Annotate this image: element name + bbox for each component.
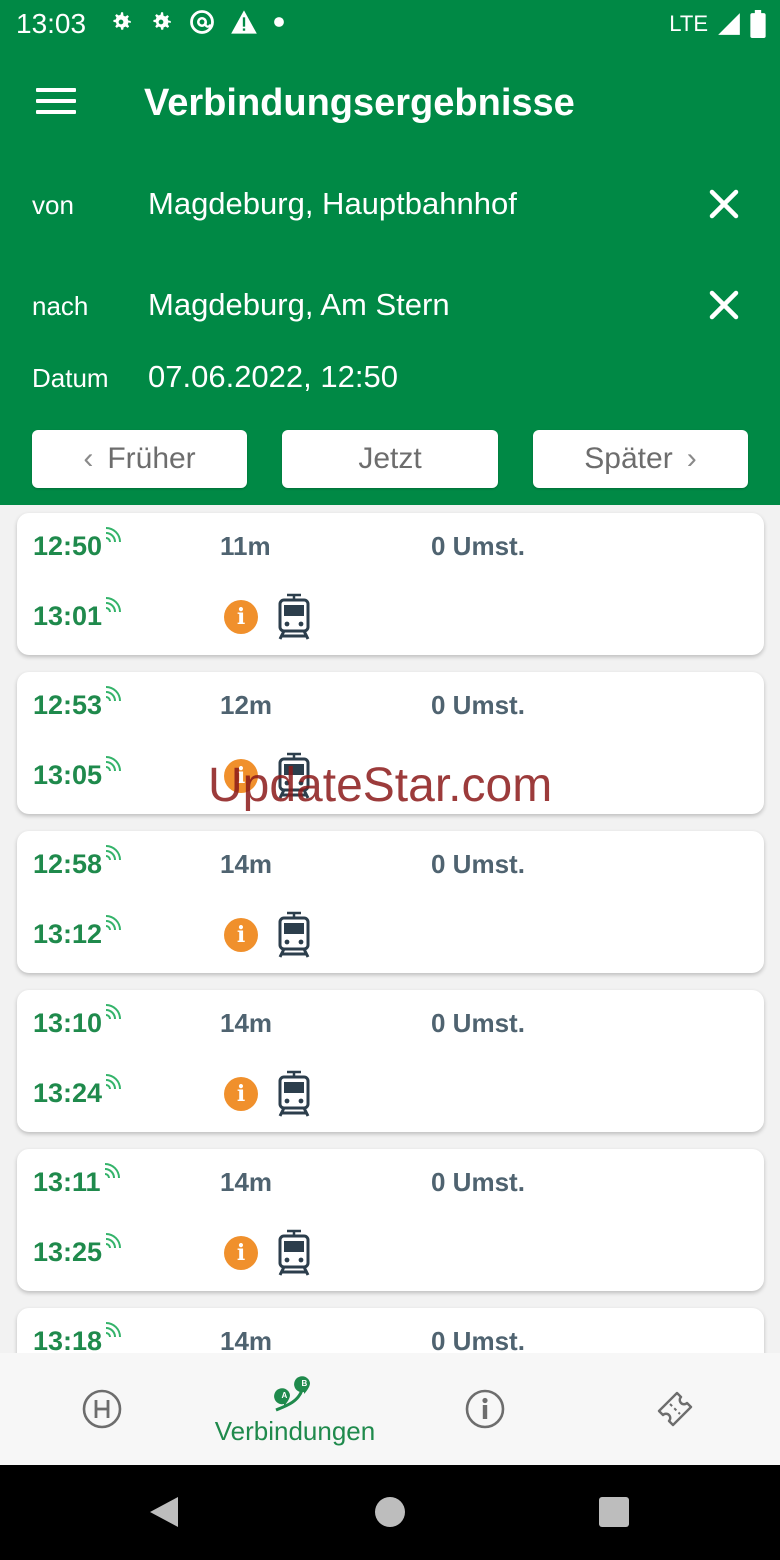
clear-from-button[interactable] bbox=[706, 186, 742, 222]
realtime-icon bbox=[105, 527, 122, 543]
realtime-icon bbox=[105, 1233, 122, 1249]
duration: 12m bbox=[220, 690, 273, 720]
date-field[interactable]: 07.06.2022, 12:50 bbox=[148, 359, 398, 395]
duration: 14m bbox=[220, 1167, 273, 1197]
realtime-icon bbox=[105, 1322, 122, 1338]
realtime-icon bbox=[104, 1163, 120, 1179]
changes: 0 Umst. bbox=[431, 531, 525, 561]
tram-icon bbox=[278, 911, 310, 958]
realtime-icon bbox=[105, 756, 122, 772]
earlier-button-label: Früher bbox=[107, 442, 196, 475]
arrival-time: 13:01 bbox=[33, 597, 123, 632]
clear-to-button[interactable] bbox=[706, 287, 742, 323]
nav-connections-label: Verbindungen bbox=[214, 1415, 376, 1446]
system-navigation-bar bbox=[0, 1465, 780, 1560]
connection-list[interactable]: 12:50 13:01 11m 0 Umst. i 12:53 13:05 12… bbox=[0, 505, 780, 1353]
page-title: Verbindungsergebnisse bbox=[144, 82, 575, 124]
duration: 14m bbox=[220, 1008, 273, 1038]
departure-time: 12:53 bbox=[33, 686, 123, 721]
arrival-time: 13:12 bbox=[33, 915, 123, 950]
duration: 11m bbox=[220, 531, 271, 561]
later-button[interactable]: Später › bbox=[533, 430, 748, 488]
realtime-icon bbox=[105, 915, 122, 931]
date-label: Datum bbox=[32, 363, 109, 393]
realtime-icon bbox=[105, 597, 122, 613]
departure-time: 12:58 bbox=[33, 845, 123, 880]
menu-button[interactable] bbox=[36, 88, 76, 120]
signal-icon bbox=[718, 13, 740, 35]
changes: 0 Umst. bbox=[431, 1008, 525, 1038]
warning-icon bbox=[231, 10, 257, 34]
departure-time: 13:18 bbox=[33, 1322, 123, 1353]
ticket-icon bbox=[657, 1391, 693, 1427]
battery-icon bbox=[750, 10, 766, 38]
info-icon[interactable]: i bbox=[224, 1236, 258, 1270]
back-icon[interactable] bbox=[148, 1495, 180, 1529]
stop-h-icon bbox=[82, 1389, 122, 1429]
bottom-navigation: AB Verbindungen bbox=[0, 1353, 780, 1465]
nav-info[interactable] bbox=[455, 1353, 515, 1465]
gear-icon bbox=[153, 12, 171, 30]
realtime-icon bbox=[105, 845, 122, 861]
later-button-label: Später bbox=[584, 442, 673, 475]
tram-icon bbox=[278, 1070, 310, 1117]
menu-icon-line bbox=[36, 88, 76, 92]
changes: 0 Umst. bbox=[431, 1326, 525, 1353]
changes: 0 Umst. bbox=[431, 690, 525, 720]
home-icon[interactable] bbox=[374, 1496, 406, 1528]
earlier-button[interactable]: ‹ Früher bbox=[32, 430, 247, 488]
chevron-right-icon: › bbox=[686, 442, 697, 475]
realtime-icon bbox=[105, 1074, 122, 1090]
menu-icon-line bbox=[36, 99, 76, 103]
tram-icon bbox=[278, 593, 310, 640]
status-bar: 13:03 LTE bbox=[0, 0, 780, 50]
from-label: von bbox=[32, 190, 74, 220]
to-label: nach bbox=[32, 291, 89, 321]
now-button[interactable]: Jetzt bbox=[282, 430, 498, 488]
arrival-time: 13:24 bbox=[33, 1074, 123, 1109]
connection-card[interactable]: 13:18 14m 0 Umst. bbox=[17, 1308, 764, 1353]
connection-card[interactable]: 12:58 13:12 14m 0 Umst. i bbox=[17, 831, 764, 973]
departure-time: 13:11 bbox=[33, 1163, 122, 1198]
search-header: Verbindungsergebnisse von Magdeburg, Hau… bbox=[0, 50, 780, 505]
nav-tickets[interactable] bbox=[645, 1353, 705, 1465]
network-type: LTE bbox=[669, 11, 708, 36]
dot-icon bbox=[274, 17, 284, 27]
changes: 0 Umst. bbox=[431, 1167, 525, 1197]
status-time: 13:03 bbox=[16, 8, 87, 39]
realtime-icon bbox=[105, 686, 122, 702]
status-system-icons: LTE bbox=[669, 10, 766, 38]
svg-text:B: B bbox=[302, 1379, 308, 1388]
info-icon[interactable]: i bbox=[224, 600, 258, 634]
departure-time: 13:10 bbox=[33, 1004, 123, 1039]
now-button-label: Jetzt bbox=[358, 442, 422, 475]
connection-card[interactable]: 13:10 13:24 14m 0 Umst. i bbox=[17, 990, 764, 1132]
info-icon[interactable]: i bbox=[224, 1077, 258, 1111]
route-ab-icon: AB bbox=[274, 1375, 310, 1411]
changes: 0 Umst. bbox=[431, 849, 525, 879]
watermark: UpdateStar.com bbox=[208, 759, 553, 812]
departure-time: 12:50 bbox=[33, 527, 123, 562]
menu-icon-line bbox=[36, 110, 76, 114]
status-notification-icons bbox=[108, 8, 286, 36]
duration: 14m bbox=[220, 1326, 273, 1353]
arrival-time: 13:05 bbox=[33, 756, 123, 791]
to-field[interactable]: Magdeburg, Am Stern bbox=[148, 287, 450, 323]
realtime-icon bbox=[105, 1004, 122, 1020]
connection-card[interactable]: 12:50 13:01 11m 0 Umst. i bbox=[17, 513, 764, 655]
recents-icon[interactable] bbox=[598, 1496, 630, 1528]
connection-card[interactable]: 13:11 13:25 14m 0 Umst. i bbox=[17, 1149, 764, 1291]
tram-icon bbox=[278, 1229, 310, 1276]
gear-icon bbox=[113, 12, 131, 30]
from-field[interactable]: Magdeburg, Hauptbahnhof bbox=[148, 186, 517, 222]
nav-stops[interactable] bbox=[72, 1353, 132, 1465]
duration: 14m bbox=[220, 849, 273, 879]
info-icon bbox=[465, 1389, 505, 1429]
at-icon bbox=[190, 10, 214, 34]
svg-text:A: A bbox=[282, 1391, 288, 1400]
chevron-left-icon: ‹ bbox=[83, 442, 94, 475]
info-icon[interactable]: i bbox=[224, 918, 258, 952]
nav-connections[interactable]: AB Verbindungen bbox=[200, 1353, 390, 1465]
arrival-time: 13:25 bbox=[33, 1233, 123, 1268]
